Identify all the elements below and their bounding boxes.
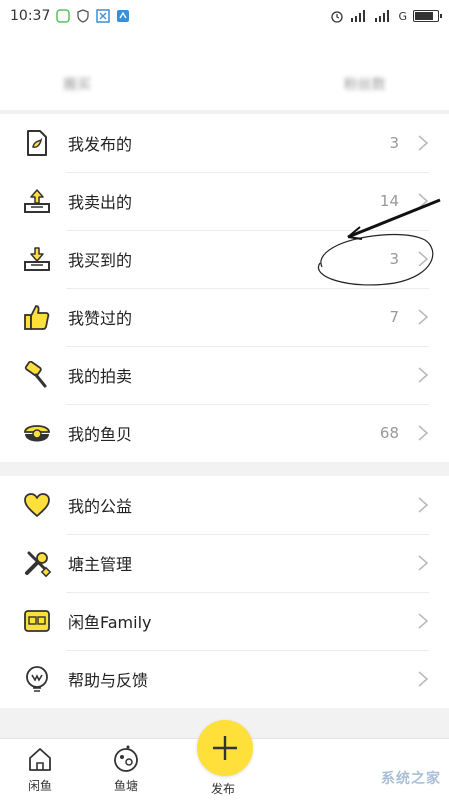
my-items-group: 我发布的 3 我卖出的 14 我买到的 3 我赞过的 7 我的拍卖 我的鱼贝 6…: [0, 114, 449, 462]
menu-row-charity[interactable]: 我的公益: [0, 476, 449, 534]
heart-icon: [22, 490, 52, 520]
menu-row-pond-admin[interactable]: 塘主管理: [0, 534, 449, 592]
menu-row-count: 14: [379, 192, 399, 210]
chevron-right-icon: [418, 425, 429, 441]
tab-label: 闲鱼: [27, 779, 52, 793]
menu-row-family[interactable]: 闲鱼Family: [0, 592, 449, 650]
menu-row-label: 我的拍卖: [68, 367, 133, 386]
profile-stats-row: 搬买 粉丝数: [0, 70, 449, 98]
publish-button[interactable]: [197, 720, 253, 776]
document-leaf-icon: [22, 128, 52, 158]
app-notification-icon: [117, 10, 130, 22]
menu-row-label: 我赞过的: [68, 309, 133, 328]
chevron-right-icon: [418, 251, 429, 267]
fish-pond-icon: [114, 745, 138, 772]
alarm-icon: [331, 11, 344, 23]
menu-row-label: 帮助与反馈: [68, 671, 149, 690]
notification-app-icon: [56, 9, 71, 23]
menu-row-label: 我卖出的: [68, 193, 133, 212]
tab-fish-pond[interactable]: 鱼塘: [112, 745, 140, 794]
chevron-right-icon: [418, 367, 429, 383]
menu-row-label: 我买到的: [68, 251, 133, 270]
help-bulb-icon: [22, 664, 52, 694]
chevron-right-icon: [418, 555, 429, 571]
menu-row-help-feedback[interactable]: 帮助与反馈: [0, 650, 449, 708]
menu-row-count: 7: [389, 308, 399, 326]
menu-row-published[interactable]: 我发布的 3: [0, 114, 449, 172]
profile-header: 搬买 粉丝数: [0, 32, 449, 110]
tab-home[interactable]: 闲鱼: [26, 745, 54, 794]
watermark: 系统之家: [381, 771, 441, 787]
tab-label: 鱼塘: [113, 779, 138, 793]
thumbs-up-icon: [22, 302, 52, 332]
menu-row-label: 我发布的: [68, 135, 133, 154]
plus-icon: [213, 736, 237, 760]
auction-hammer-icon: [22, 360, 52, 390]
menu-row-label: 我的鱼贝: [68, 425, 133, 444]
status-time: 10:37: [10, 8, 51, 24]
tools-icon: [22, 548, 52, 578]
shell-pearl-icon: [22, 418, 52, 448]
battery-icon: [413, 10, 442, 22]
chevron-right-icon: [418, 193, 429, 209]
publish-label: 发布: [211, 782, 236, 796]
menu-row-liked[interactable]: 我赞过的 7: [0, 288, 449, 346]
signal-4g-icon: [351, 10, 366, 22]
signal-4g-icon-2: [375, 10, 390, 22]
home-icon: [29, 748, 51, 771]
menu-row-shells[interactable]: 我的鱼贝 68: [0, 404, 449, 462]
menu-row-count: 3: [389, 250, 399, 268]
menu-row-label: 闲鱼Family: [68, 613, 152, 632]
menu-row-label: 我的公益: [68, 497, 133, 516]
stat-item[interactable]: 粉丝数: [344, 74, 386, 94]
menu-row-count: 3: [389, 134, 399, 152]
menu-row-count: 68: [379, 424, 399, 442]
chevron-right-icon: [418, 613, 429, 629]
chevron-right-icon: [418, 309, 429, 325]
menu-row-bought[interactable]: 我买到的 3: [0, 230, 449, 288]
status-bar: 10:37 G: [0, 0, 449, 32]
box-upload-icon: [22, 186, 52, 216]
shield-icon: [77, 9, 90, 23]
menu-row-label: 塘主管理: [68, 555, 133, 574]
chevron-right-icon: [418, 135, 429, 151]
family-card-icon: [22, 606, 52, 636]
network-type: G: [398, 9, 407, 23]
services-group: 我的公益 塘主管理 闲鱼Family 帮助与反馈: [0, 476, 449, 708]
scan-icon: [96, 9, 111, 23]
menu-row-auction[interactable]: 我的拍卖: [0, 346, 449, 404]
menu-row-sold[interactable]: 我卖出的 14: [0, 172, 449, 230]
chevron-right-icon: [418, 671, 429, 687]
chevron-right-icon: [418, 497, 429, 513]
box-download-icon: [22, 244, 52, 274]
stat-item[interactable]: 搬买: [63, 74, 91, 94]
